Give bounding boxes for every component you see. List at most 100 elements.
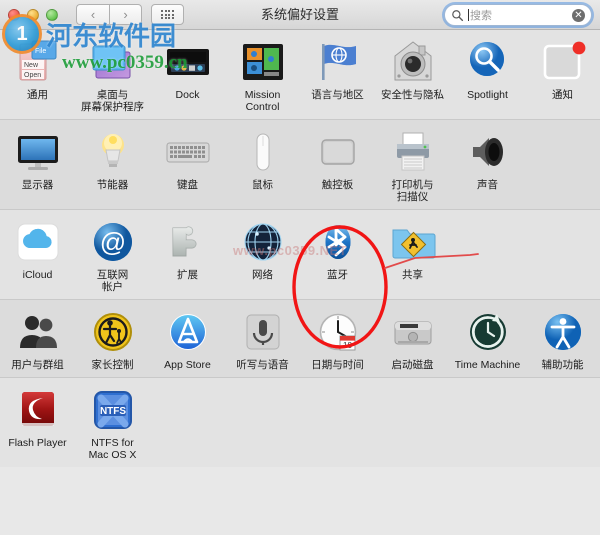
pref-pane-startup-disk[interactable]: 启动磁盘 xyxy=(375,300,450,377)
svg-text:NTFS: NTFS xyxy=(99,406,125,417)
pref-pane-app-store[interactable]: App Store xyxy=(150,300,225,377)
language-region-icon xyxy=(314,38,362,86)
pref-pane-label: 语言与地区 xyxy=(311,89,364,101)
pref-pane-mission-control[interactable]: Mission Control xyxy=(225,30,300,119)
pref-pane-general[interactable]: File New Open 通用 xyxy=(0,30,75,119)
pref-pane-accessibility[interactable]: 辅助功能 xyxy=(525,300,600,377)
pref-pane-sound[interactable]: 声音 xyxy=(450,120,525,209)
pref-pane-notifications[interactable]: 通知 xyxy=(525,30,600,119)
energy-saver-icon xyxy=(89,128,137,176)
pref-pane-mouse[interactable]: 鼠标 xyxy=(225,120,300,209)
security-privacy-icon xyxy=(389,38,437,86)
time-machine-icon xyxy=(464,308,512,356)
pref-pane-spotlight[interactable]: Spotlight xyxy=(450,30,525,119)
navigation-buttons: ‹ › xyxy=(76,4,142,25)
search-icon xyxy=(452,9,464,21)
pref-pane-network[interactable]: 网络 xyxy=(225,210,300,299)
pref-pane-internet-accounts[interactable]: @ 互联网 帐户 xyxy=(75,210,150,299)
pref-pane-label: 互联网 帐户 xyxy=(96,269,129,293)
pref-pane-label: 节能器 xyxy=(96,179,129,191)
internet-accounts-icon: @ xyxy=(89,218,137,266)
pref-pane-label: 日期与时间 xyxy=(311,359,364,371)
dock-icon xyxy=(164,38,212,86)
pref-pane-dictation-speech[interactable]: 听写与语音 xyxy=(225,300,300,377)
pref-pane-label: 触控板 xyxy=(321,179,354,191)
pref-pane-label: 辅助功能 xyxy=(541,359,584,371)
svg-text:File: File xyxy=(35,48,46,55)
pref-pane-keyboard[interactable]: 键盘 xyxy=(150,120,225,209)
preference-row: 用户与群组 家长控制 App Store 听写与语音 18 日期与时间 启动磁盘 Time M… xyxy=(0,300,600,378)
pref-pane-label: 通用 xyxy=(27,89,48,101)
empty-cell xyxy=(450,210,525,299)
app-store-icon xyxy=(164,308,212,356)
pref-pane-label: 安全性与隐私 xyxy=(381,89,444,101)
pref-pane-displays[interactable]: 显示器 xyxy=(0,120,75,209)
pref-pane-ntfs[interactable]: NTFS NTFS for Mac OS X xyxy=(75,378,150,467)
pref-pane-label: 启动磁盘 xyxy=(391,359,434,371)
spotlight-icon xyxy=(464,38,512,86)
preference-panes-grid: File New Open 通用 桌面与 屏幕保护程序 Dock Mission Contr… xyxy=(0,30,600,467)
pref-pane-label: 桌面与 屏幕保护程序 xyxy=(81,89,144,113)
parental-controls-icon xyxy=(89,308,137,356)
minimize-button[interactable] xyxy=(27,8,39,21)
pref-pane-bluetooth[interactable]: 蓝牙 xyxy=(300,210,375,299)
pref-pane-label: 用户与群组 xyxy=(11,359,64,371)
pref-pane-label: Flash Player xyxy=(8,437,67,449)
pref-pane-label: 通知 xyxy=(552,89,573,101)
pref-pane-users-groups[interactable]: 用户与群组 xyxy=(0,300,75,377)
general-icon: File New Open xyxy=(14,38,62,86)
pref-pane-label: 打印机与 扫描仪 xyxy=(391,179,434,203)
pref-pane-label: App Store xyxy=(164,359,211,371)
pref-pane-flash-player[interactable]: Flash Player xyxy=(0,378,75,467)
search-field[interactable]: 搜索 ✕ xyxy=(444,4,592,26)
empty-cell xyxy=(375,378,450,467)
trackpad-icon xyxy=(314,128,362,176)
traffic-light-controls xyxy=(0,8,58,21)
extensions-icon xyxy=(164,218,212,266)
pref-pane-label: 显示器 xyxy=(21,179,54,191)
back-button[interactable]: ‹ xyxy=(76,4,109,25)
pref-pane-label: 家长控制 xyxy=(91,359,134,371)
pref-pane-sharing[interactable]: 共享 xyxy=(375,210,450,299)
pref-pane-icloud[interactable]: iCloud xyxy=(0,210,75,299)
desktop-screensaver-icon xyxy=(89,38,137,86)
pref-pane-language-region[interactable]: 语言与地区 xyxy=(300,30,375,119)
zoom-button[interactable] xyxy=(46,8,58,21)
printers-scanners-icon xyxy=(389,128,437,176)
pref-pane-label: Dock xyxy=(175,89,200,101)
svg-text:@: @ xyxy=(99,227,125,257)
pref-pane-label: 共享 xyxy=(402,269,423,281)
pref-pane-trackpad[interactable]: 触控板 xyxy=(300,120,375,209)
notifications-icon xyxy=(539,38,587,86)
users-groups-icon xyxy=(14,308,62,356)
pref-pane-label: 网络 xyxy=(252,269,273,281)
search-input[interactable]: 搜索 xyxy=(470,7,572,23)
pref-pane-date-time[interactable]: 18 日期与时间 xyxy=(300,300,375,377)
pref-pane-label: 扩展 xyxy=(177,269,198,281)
search-box[interactable]: 搜索 ✕ xyxy=(442,2,594,28)
pref-pane-label: 键盘 xyxy=(177,179,198,191)
displays-icon xyxy=(14,128,62,176)
forward-button[interactable]: › xyxy=(109,4,142,25)
pref-pane-extensions[interactable]: 扩展 xyxy=(150,210,225,299)
empty-cell xyxy=(225,378,300,467)
pref-pane-security-privacy[interactable]: 安全性与隐私 xyxy=(375,30,450,119)
pref-pane-printers-scanners[interactable]: 打印机与 扫描仪 xyxy=(375,120,450,209)
clear-search-icon[interactable]: ✕ xyxy=(572,8,585,22)
pref-pane-dock[interactable]: Dock xyxy=(150,30,225,119)
mission-control-icon xyxy=(239,38,287,86)
sound-icon xyxy=(464,128,512,176)
pref-pane-energy-saver[interactable]: 节能器 xyxy=(75,120,150,209)
pref-pane-label: Mission Control xyxy=(244,89,281,113)
icloud-icon xyxy=(14,218,62,266)
close-button[interactable] xyxy=(8,8,20,21)
mouse-icon xyxy=(239,128,287,176)
svg-text:Open: Open xyxy=(24,72,41,79)
pref-pane-desktop-screensaver[interactable]: 桌面与 屏幕保护程序 xyxy=(75,30,150,119)
empty-cell xyxy=(150,378,225,467)
show-all-button[interactable] xyxy=(151,4,184,25)
pref-pane-time-machine[interactable]: Time Machine xyxy=(450,300,525,377)
preference-row: 显示器 节能器 键盘 鼠标 触控板 打印机与 扫描仪 声音 xyxy=(0,120,600,210)
pref-pane-parental-controls[interactable]: 家长控制 xyxy=(75,300,150,377)
startup-disk-icon xyxy=(389,308,437,356)
